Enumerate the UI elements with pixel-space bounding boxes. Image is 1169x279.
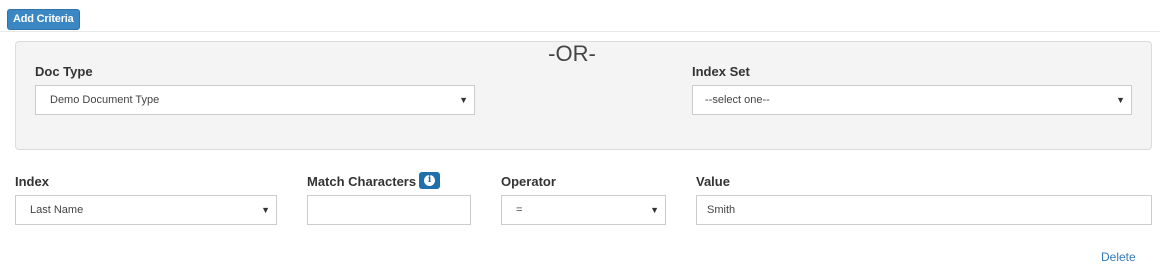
index-set-label: Index Set — [692, 64, 750, 79]
or-separator: -OR- — [548, 41, 596, 66]
operator-select[interactable]: = ▼ — [501, 195, 666, 225]
match-characters-label-group: Match Characters i — [307, 172, 441, 191]
chevron-down-icon: ▼ — [1116, 95, 1125, 105]
chevron-down-icon: ▼ — [261, 205, 270, 215]
doc-type-select[interactable]: Demo Document Type ▼ — [35, 85, 475, 115]
delete-link[interactable]: Delete — [1101, 250, 1136, 264]
index-select[interactable]: Last Name ▼ — [15, 195, 277, 225]
info-circle-icon: i — [424, 175, 436, 187]
match-characters-label: Match Characters — [307, 174, 417, 189]
info-button[interactable]: i — [419, 172, 441, 190]
index-set-selected-value: --select one-- — [705, 94, 770, 106]
chevron-down-icon: ▼ — [650, 205, 659, 215]
value-label: Value — [696, 174, 730, 189]
chevron-down-icon: ▼ — [459, 95, 468, 105]
index-label: Index — [15, 174, 49, 189]
value-input[interactable]: Smith — [696, 195, 1152, 225]
divider — [0, 31, 1160, 32]
doc-type-label: Doc Type — [35, 64, 93, 79]
doc-type-selected-value: Demo Document Type — [50, 94, 160, 106]
index-selected-value: Last Name — [30, 204, 84, 216]
match-characters-input[interactable] — [307, 195, 471, 225]
operator-label: Operator — [501, 174, 556, 189]
index-set-select[interactable]: --select one-- ▼ — [692, 85, 1132, 115]
add-criteria-button[interactable]: Add Criteria — [7, 9, 80, 30]
operator-selected-value: = — [516, 204, 523, 216]
